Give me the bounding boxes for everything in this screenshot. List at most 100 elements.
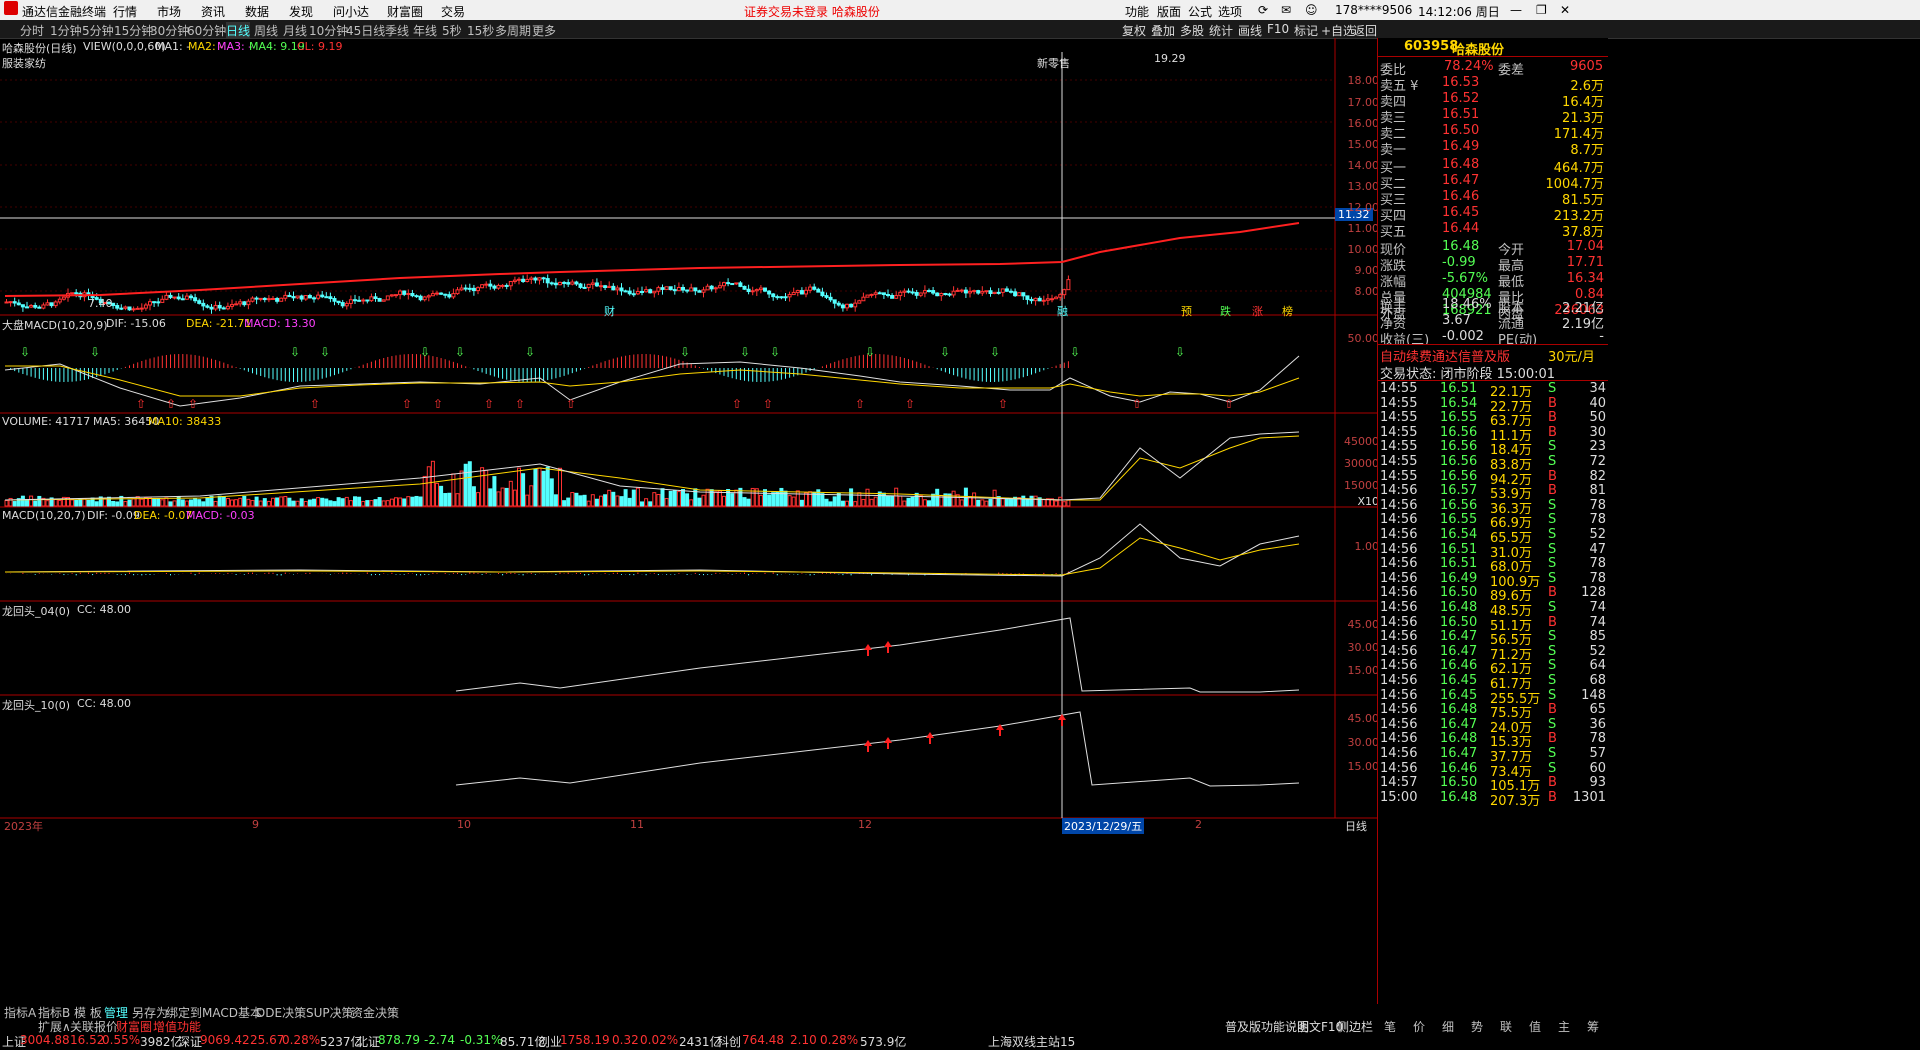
volume-bar [767,494,772,507]
ad-row[interactable]: 自动续费通达信普及版 30元/月 [1378,344,1608,365]
status-item: 764.48 [742,1033,784,1047]
period-weekly[interactable]: 周线 [254,22,278,39]
down-arrow-icon: ⇩ [290,345,300,359]
period-10min[interactable]: 10分钟 [309,22,348,39]
period-15sec[interactable]: 15秒 [467,22,494,39]
up-arrow-icon: ⇧ [515,397,525,411]
volume-bar [701,494,706,507]
account-label[interactable]: 178****9506 [1335,3,1412,17]
marker-rong[interactable]: 融 [1057,303,1068,319]
period-60min[interactable]: 60分钟 [187,22,226,39]
volume-bar [1004,497,1009,507]
menu-xuanxiang[interactable]: 选项 [1218,3,1242,20]
user-icon[interactable]: ☺ [1305,3,1318,17]
volume-bar [656,493,661,507]
period-5sec[interactable]: 5秒 [442,22,462,39]
menu-hangqing[interactable]: 行情 [113,3,137,20]
candle-body [127,306,132,311]
btn-diejia[interactable]: 叠加 [1151,22,1175,39]
btn-duogu[interactable]: 多股 [1180,22,1204,39]
menu-gongneng[interactable]: 功能 [1125,3,1149,20]
volume-bar [906,497,911,507]
period-toolbar: 分时 1分钟 5分钟 15分钟 30分钟 60分钟 日线 周线 月线 10分钟 … [0,20,1920,39]
candle-body [414,295,419,298]
indicator-tab[interactable]: DDE决策 [256,1004,306,1021]
panel-bigmacd-title: 大盘MACD(10,20,9) [2,319,108,332]
volume-bar [57,499,62,507]
volume-bar [389,498,394,507]
indicator-tab[interactable]: 资金决策 [351,1004,399,1021]
candle-body [225,305,230,310]
up-arrow-icon: ⇧ [566,397,576,411]
menu-shichang[interactable]: 市场 [157,3,181,20]
mail-icon[interactable]: ✉ [1281,3,1291,17]
marker-die[interactable]: 跌 [1220,303,1231,319]
period-year[interactable]: 年线 [413,22,437,39]
period-45day[interactable]: 45日线 [346,22,385,39]
candle-body [480,284,485,289]
candle-body [45,302,50,306]
btn-fuquan[interactable]: 复权 [1122,22,1146,39]
down-arrow-icon: ⇩ [990,345,1000,359]
menu-caifuquan[interactable]: 财富圈 [387,3,423,20]
period-30min[interactable]: 30分钟 [150,22,189,39]
menu-zixun[interactable]: 资讯 [201,3,225,20]
candle-body [385,295,390,301]
volume-bar [340,498,345,507]
candle-body [398,290,403,296]
indicator-tab[interactable]: MACD基本 [202,1004,262,1021]
menu-wenxiaoda[interactable]: 问小达 [333,3,369,20]
period-15min[interactable]: 15分钟 [114,22,153,39]
period-daily[interactable]: 日线 [226,22,251,39]
period-monthly[interactable]: 月线 [283,22,307,39]
period-more[interactable]: 更多 [532,22,556,39]
volume-bar [980,499,985,507]
minimize-icon[interactable]: — [1510,3,1522,17]
refresh-icon[interactable]: ⟳ [1258,3,1268,17]
period-quarter[interactable]: 季线 [385,22,409,39]
restore-icon[interactable]: ❐ [1536,3,1547,17]
volume-bar [357,496,362,507]
volume-bar [963,487,968,507]
up-arrow-icon: ⇧ [166,397,176,411]
marker-zhang[interactable]: 涨 [1252,303,1263,319]
btn-tongji[interactable]: 统计 [1209,22,1233,39]
period-fenshi[interactable]: 分时 [20,22,44,39]
bottom-bar: 指标A 指标B 模 板管理 另存为 绑定到 MACD基本 DDE决策 SUP决策 资金决策 扩展… [0,1004,1920,1049]
volume-bar [430,460,435,507]
period-1min[interactable]: 1分钟 [50,22,82,39]
status-item: 25.67 [250,1033,285,1047]
btn-huaxian[interactable]: 画线 [1238,22,1262,39]
menu-gongshi[interactable]: 公式 [1188,3,1212,20]
btn-biaoji[interactable]: 标记 [1294,22,1318,39]
indicator-tab[interactable]: SUP决策 [306,1004,354,1021]
btn-fanhui[interactable]: 返回 [1353,22,1377,39]
menu-banmian[interactable]: 版面 [1157,3,1181,20]
marker-cai[interactable]: 财 [604,303,615,319]
candle-body [517,278,521,281]
candle-body [139,307,144,310]
close-icon[interactable]: ✕ [1560,3,1570,17]
candle-body [476,287,480,292]
menu-faxian[interactable]: 发现 [289,3,313,20]
login-notice[interactable]: 证券交易未登录 哈森股份 [744,3,880,20]
btn-zixuan[interactable]: +自选 [1321,22,1355,39]
volume-bar [377,497,382,507]
volume-bar [496,491,501,507]
period-5min[interactable]: 5分钟 [82,22,114,39]
menu-jiaoyi[interactable]: 交易 [441,3,465,20]
candle-body [717,285,722,289]
up-arrow-icon: ⇧ [136,397,146,411]
candle-body [443,293,448,296]
volume-bar [25,498,29,507]
stat-value: - [1599,329,1604,344]
candle-body [33,305,38,308]
volume-bar [590,494,595,507]
candle-body [1004,288,1009,292]
indicator-tab[interactable]: 指标A [4,1004,36,1021]
btn-f10[interactable]: F10 [1267,22,1289,36]
period-multi[interactable]: 多周期 [495,22,531,39]
marker-bang[interactable]: 榜 [1282,303,1293,319]
menu-shuju[interactable]: 数据 [245,3,269,20]
marker-yu[interactable]: 预 [1181,303,1192,319]
